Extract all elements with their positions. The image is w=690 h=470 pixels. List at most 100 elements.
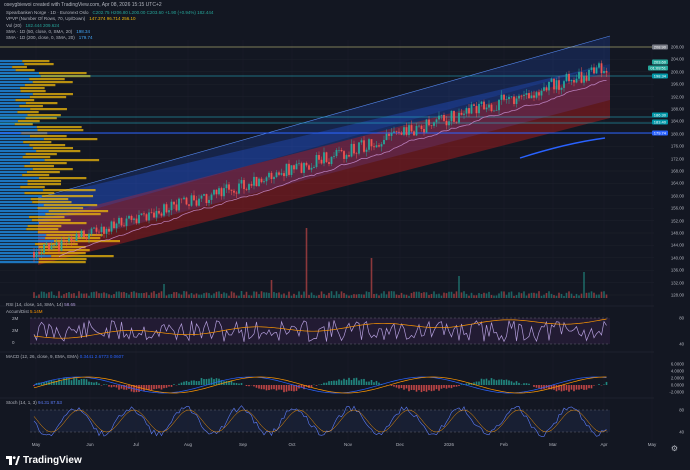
volume-bar (250, 295, 253, 298)
vp-bar-down (20, 186, 45, 189)
candle-body (200, 195, 203, 199)
gear-icon[interactable]: ⚙ (671, 444, 678, 453)
volume-bar (480, 294, 483, 298)
volume-bar (598, 294, 600, 298)
candle-body (433, 122, 435, 126)
volume-bar (188, 294, 190, 298)
candle-body (215, 189, 218, 195)
vp-bar-down (32, 147, 74, 150)
volume-bar (138, 293, 140, 298)
macd-hist-bar (88, 381, 90, 385)
volume-bar (588, 292, 590, 298)
candle-body (505, 99, 508, 100)
candle-body (188, 204, 190, 206)
macd-hist-bar (478, 381, 480, 385)
volume-bar (488, 291, 490, 298)
candle-body (248, 184, 250, 190)
channel-lower-fill (38, 72, 610, 265)
volume-bar (150, 292, 153, 298)
candle-body (363, 140, 365, 152)
volume-bar (350, 295, 353, 298)
macd-line (33, 376, 607, 394)
volume-bar (508, 292, 510, 298)
volume-bar (155, 294, 158, 298)
vp-bar-down (38, 222, 87, 225)
macd-hist-bar (95, 381, 98, 385)
chart-canvas[interactable] (0, 0, 690, 470)
tradingview-logo[interactable]: TradingView (6, 455, 82, 466)
candle-body (93, 227, 95, 229)
candle-body (50, 245, 53, 250)
candle-body (153, 212, 155, 218)
candle-body (160, 213, 163, 216)
candle-body (65, 241, 68, 242)
price-tick: 208.00 (670, 44, 684, 50)
vp-bar-down (29, 144, 66, 147)
vp-bar-down (20, 87, 45, 90)
candle-body (43, 244, 45, 253)
vp-bar-up (0, 225, 28, 228)
candle-body (553, 78, 555, 90)
price-label-l2: 183.40 (651, 119, 668, 125)
accum-legend-label[interactable]: Accum/Dist (6, 309, 29, 314)
volume-bar (318, 294, 320, 298)
macd-hist-bar (255, 385, 258, 388)
volume-bar (593, 292, 595, 298)
stoch-legend-label[interactable]: Stoch (14, 1, 3) (6, 400, 37, 405)
volume-bar (180, 294, 183, 298)
macd-hist-bar (350, 380, 353, 385)
volume-bar (398, 295, 400, 298)
vp-bar-up (0, 186, 21, 189)
vp-bar-up (0, 81, 33, 84)
price-tick: 188.00 (670, 106, 684, 112)
candle-body (300, 163, 303, 173)
macd-hist-bar (458, 385, 460, 387)
candle-body (163, 204, 165, 216)
candle-body (318, 155, 320, 160)
candle-body (70, 238, 73, 241)
rsi-legend-label[interactable]: RSI (14, close, 14, SMA, 14) (6, 302, 63, 307)
candle-body (150, 212, 153, 214)
candle-body (263, 181, 265, 183)
volume-bar (513, 295, 515, 298)
vp-bar-up (0, 192, 25, 195)
candle-body (413, 131, 415, 136)
volume-bar (215, 291, 218, 298)
time-tick: Jul (133, 442, 139, 447)
price-label-time: 01:09:51 (648, 65, 668, 71)
candle-body (378, 145, 380, 147)
volume-bar (233, 292, 235, 298)
volume-bar (208, 293, 210, 298)
vp-bar-up (0, 213, 46, 216)
volume-bar (378, 295, 380, 298)
volume-bar (225, 293, 228, 298)
candle-body (323, 152, 325, 164)
candle-body (593, 67, 595, 74)
rsi-tick-40: 40 (679, 341, 684, 347)
macd-hist-bar (58, 379, 60, 385)
stoch-tick-40: 40 (679, 429, 684, 435)
macd-hist-bar (195, 381, 198, 385)
vp-bar-up (0, 99, 16, 102)
candle-body (60, 240, 63, 251)
volume-bar (590, 291, 593, 298)
volume-bar (290, 295, 293, 298)
macd-hist-bar (363, 378, 365, 385)
candle-body (98, 231, 100, 233)
candle-body (105, 228, 108, 234)
macd-hist-bar (68, 378, 70, 385)
candle-body (540, 90, 543, 96)
volume-bar (525, 295, 528, 298)
candle-body (488, 104, 490, 108)
candle-body (35, 252, 38, 258)
price-tick: 172.00 (670, 156, 684, 162)
macd-legend-label[interactable]: MACD (12, 26, close, 9, EMA, EMA) (6, 354, 79, 359)
candle-body (515, 98, 518, 104)
macd-hist-bar (343, 378, 345, 385)
candle-body (600, 63, 603, 74)
vp-bar-up (0, 147, 33, 150)
volume-bar (370, 258, 373, 298)
rsi-legend-value: 58.65 (64, 302, 76, 307)
macd-hist-bar (428, 385, 430, 391)
candle-body (385, 133, 388, 140)
